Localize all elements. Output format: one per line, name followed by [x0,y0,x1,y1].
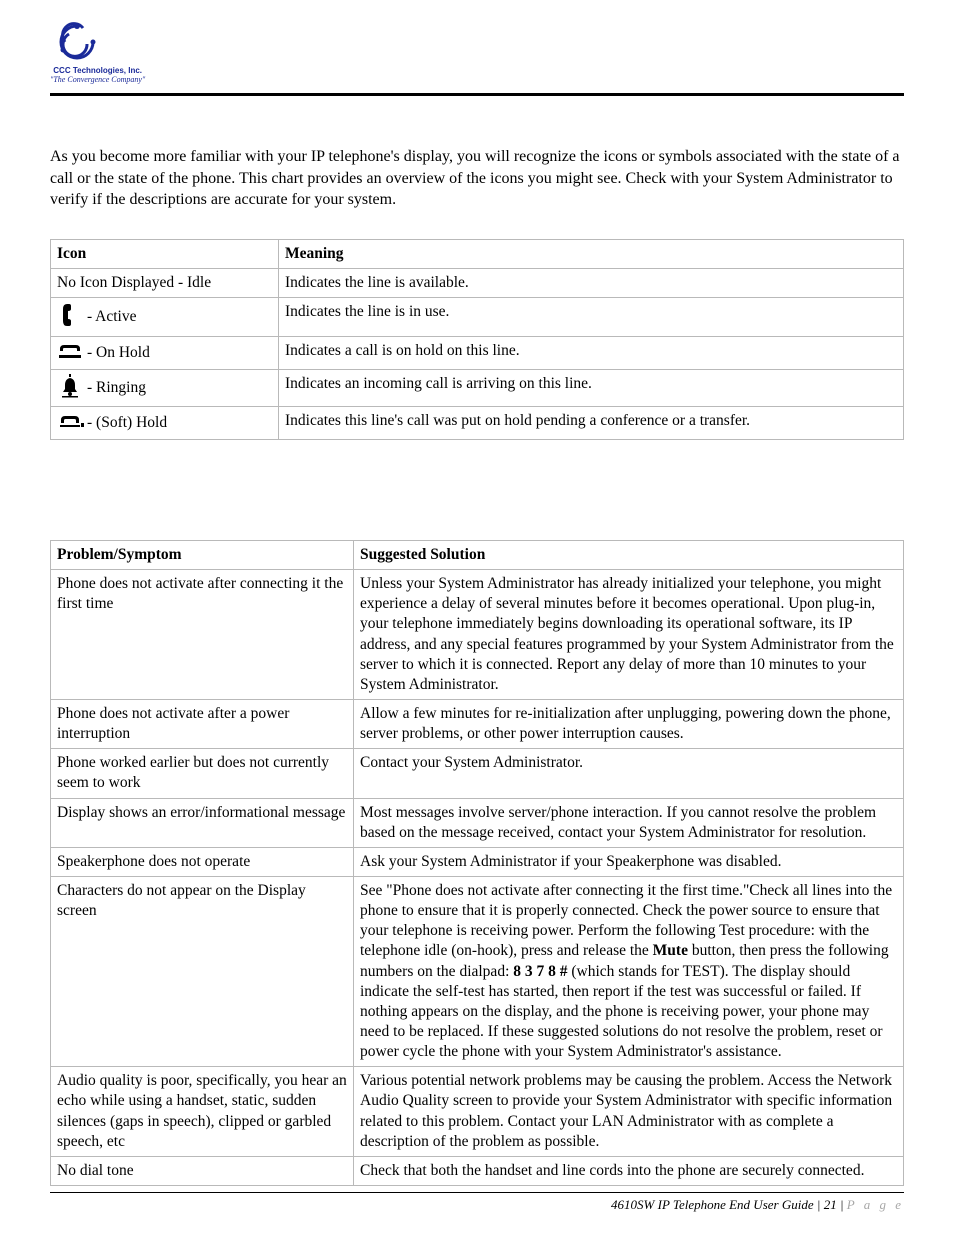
icon-label: - Active [87,307,137,327]
solution-header: Suggested Solution [354,541,904,570]
problem-cell: Phone worked earlier but does not curren… [51,749,354,798]
table-row: Display shows an error/informational mes… [51,798,904,847]
icon-cell: - On Hold [51,337,279,370]
company-logo: CCC Technologies, Inc. "The Convergence … [50,20,145,84]
problem-cell: Phone does not activate after a power in… [51,700,354,749]
handset-icon [61,302,79,328]
solution-cell: Allow a few minutes for re-initializatio… [354,700,904,749]
hold-icon [57,341,83,361]
table-row: No Icon Displayed - IdleIndicates the li… [51,268,904,297]
problem-header: Problem/Symptom [51,541,354,570]
footer-page-word: P a g e [847,1197,904,1212]
problem-cell: No dial tone [51,1156,354,1185]
problem-cell: Display shows an error/informational mes… [51,798,354,847]
footer-page-number: 21 [824,1197,837,1212]
table-row: Phone worked earlier but does not curren… [51,749,904,798]
table-row: Speakerphone does not operateAsk your Sy… [51,847,904,876]
table-row: Characters do not appear on the Display … [51,877,904,1067]
table-row: - (Soft) Hold Indicates this line's call … [51,407,904,440]
footer-doc-title: 4610SW IP Telephone End User Guide [611,1197,814,1212]
page-footer: 4610SW IP Telephone End User Guide | 21 … [50,1192,904,1213]
icon-cell: - (Soft) Hold [51,407,279,440]
table-row: Phone does not activate after a power in… [51,700,904,749]
table-row: - On Hold Indicates a call is on hold on … [51,337,904,370]
problem-cell: Characters do not appear on the Display … [51,877,354,1067]
troubleshooting-table: Problem/Symptom Suggested Solution Phone… [50,540,904,1186]
solution-cell: Check that both the handset and line cor… [354,1156,904,1185]
icon-label: - Ringing [87,378,146,398]
icon-header: Icon [51,239,279,268]
logo-brand-text: CCC Technologies, Inc. [50,66,145,75]
table-row: Phone does not activate after connecting… [51,570,904,700]
intro-paragraph: As you become more familiar with your IP… [50,146,904,211]
solution-cell: Contact your System Administrator. [354,749,904,798]
icon-cell: - Active [51,298,279,337]
table-row: Audio quality is poor, specifically, you… [51,1067,904,1157]
meaning-cell: Indicates the line is in use. [279,298,904,337]
icon-label: - On Hold [87,343,150,363]
meaning-cell: Indicates the line is available. [279,268,904,297]
table-row: - Active Indicates the line is in use. [51,298,904,337]
meaning-cell: Indicates an incoming call is arriving o… [279,370,904,407]
page-header: CCC Technologies, Inc. "The Convergence … [50,20,904,96]
table-row: - Ringing Indicates an incoming call is a… [51,370,904,407]
problem-cell: Speakerphone does not operate [51,847,354,876]
icon-meaning-table: Icon Meaning No Icon Displayed - IdleInd… [50,239,904,440]
bell-icon [60,374,80,398]
solution-cell: Ask your System Administrator if your Sp… [354,847,904,876]
problem-cell: Phone does not activate after connecting… [51,570,354,700]
solution-cell: Unless your System Administrator has alr… [354,570,904,700]
icon-cell: No Icon Displayed - Idle [51,268,279,297]
solution-cell: See "Phone does not activate after conne… [354,877,904,1067]
logo-swirl-icon [50,20,104,64]
solution-cell: Various potential network problems may b… [354,1067,904,1157]
icon-label: - (Soft) Hold [87,413,167,433]
icon-cell: - Ringing [51,370,279,407]
soft-hold-icon [57,411,85,431]
meaning-cell: Indicates this line's call was put on ho… [279,407,904,440]
logo-tagline-text: "The Convergence Company" [50,75,145,84]
solution-cell: Most messages involve server/phone inter… [354,798,904,847]
problem-cell: Audio quality is poor, specifically, you… [51,1067,354,1157]
table-row: No dial toneCheck that both the handset … [51,1156,904,1185]
meaning-header: Meaning [279,239,904,268]
meaning-cell: Indicates a call is on hold on this line… [279,337,904,370]
